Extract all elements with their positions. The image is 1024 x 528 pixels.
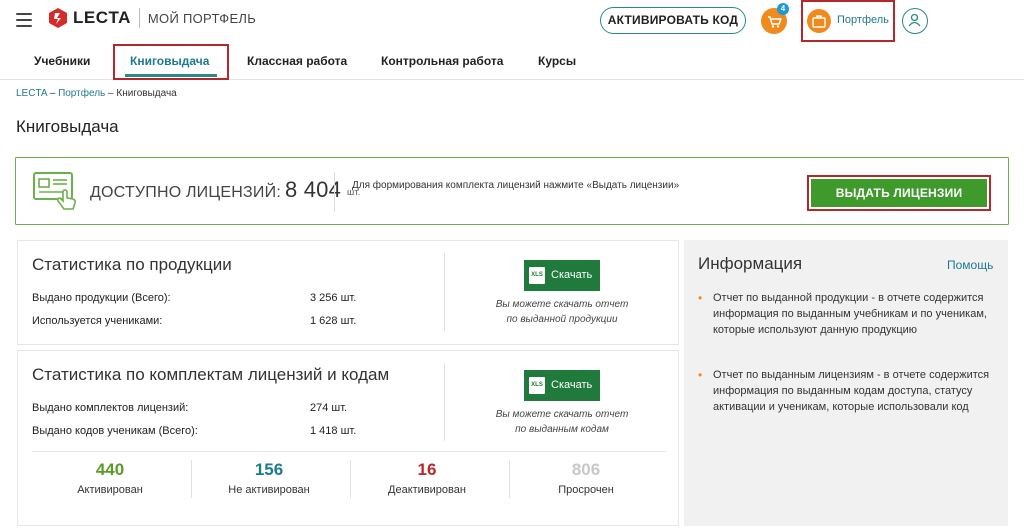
issue-hint-text: Для формирования комплекта лицензий нажм… bbox=[352, 180, 680, 191]
portfolio-label: Портфель bbox=[837, 14, 889, 26]
issue-button-highlight: ВЫДАТЬ ЛИЦЕНЗИИ bbox=[807, 175, 991, 211]
banner-divider bbox=[334, 172, 335, 212]
lecta-logo-icon bbox=[49, 8, 67, 28]
license-tablet-icon bbox=[33, 172, 77, 210]
logo[interactable]: LECTA МОЙ ПОРТФЕЛЬ bbox=[48, 7, 256, 29]
license-banner: ДОСТУПНО ЛИЦЕНЗИЙ: 8 404 шт. Для формирова… bbox=[15, 157, 1009, 225]
count-label: Не активирован bbox=[228, 484, 310, 496]
tab-test-work[interactable]: Контрольная работа bbox=[381, 54, 503, 68]
tab-book-issue[interactable]: Книговыдача bbox=[130, 54, 209, 68]
menu-icon[interactable] bbox=[16, 13, 32, 27]
info-item: • Отчет по выданным лицензиям - в отчете… bbox=[698, 367, 998, 415]
count-activated: 440 Активирован bbox=[35, 460, 185, 496]
count-label: Деактивирован bbox=[388, 484, 466, 496]
excel-icon: XLS bbox=[529, 267, 545, 284]
licenses-available: ДОСТУПНО ЛИЦЕНЗИЙ: 8 404 шт. bbox=[90, 177, 360, 203]
download-label: Скачать bbox=[551, 379, 593, 391]
count-label: Просрочен bbox=[558, 484, 614, 496]
count-number: 16 bbox=[417, 460, 437, 479]
panel-divider bbox=[444, 363, 445, 441]
activate-code-button[interactable]: АКТИВИРОВАТЬ КОД bbox=[600, 7, 746, 34]
info-item-text: Отчет по выданным лицензиям - в отчете с… bbox=[713, 369, 990, 413]
bullet-icon: • bbox=[698, 291, 703, 305]
count-number: 806 bbox=[571, 460, 601, 479]
info-title: Информация bbox=[698, 254, 803, 273]
stat-label: Выдано комплектов лицензий: bbox=[32, 402, 189, 414]
licenses-label: ДОСТУПНО ЛИЦЕНЗИЙ: bbox=[90, 184, 281, 201]
breadcrumb-current: Книговыдача bbox=[116, 88, 177, 99]
main-tabs: Учебники Книговыдача Классная работа Кон… bbox=[0, 44, 1024, 80]
download-hint-line: по выданным кодам bbox=[515, 424, 609, 435]
breadcrumb-sep: – bbox=[105, 88, 117, 99]
stat-value: 1 628 шт. bbox=[310, 315, 357, 327]
product-stats-panel: Статистика по продукции Выдано продукции… bbox=[17, 240, 679, 345]
download-hint-line: Вы можете скачать отчет bbox=[495, 299, 629, 310]
stat-label: Выдано кодов ученикам (Всего): bbox=[32, 425, 198, 437]
download-label: Скачать bbox=[551, 269, 593, 281]
tab-textbooks[interactable]: Учебники bbox=[34, 54, 90, 68]
top-header: LECTA МОЙ ПОРТФЕЛЬ АКТИВИРОВАТЬ КОД 4 По… bbox=[0, 0, 1024, 42]
download-hint: Вы можете скачать отчет по выданным кода… bbox=[472, 407, 652, 437]
stat-value: 274 шт. bbox=[310, 402, 348, 414]
download-hint: Вы можете скачать отчет по выданной прод… bbox=[472, 297, 652, 327]
cart-button[interactable]: 4 bbox=[761, 3, 789, 34]
tab-courses[interactable]: Курсы bbox=[538, 54, 576, 68]
tab-classwork[interactable]: Классная работа bbox=[247, 54, 347, 68]
excel-icon: XLS bbox=[529, 377, 545, 394]
count-number: 156 bbox=[254, 460, 284, 479]
breadcrumb-sep: – bbox=[46, 88, 59, 99]
logo-divider bbox=[138, 8, 140, 28]
help-link[interactable]: Помощь bbox=[947, 258, 993, 272]
breadcrumb-home-link[interactable]: LECTA bbox=[16, 88, 47, 99]
info-item-text: Отчет по выданной продукции - в отчете с… bbox=[713, 292, 987, 336]
product-stats-title: Статистика по продукции bbox=[32, 255, 232, 274]
panel-divider bbox=[444, 253, 445, 331]
breadcrumb-portfolio-link[interactable]: Портфель bbox=[58, 88, 105, 99]
download-codes-report-button[interactable]: XLS Скачать bbox=[524, 370, 600, 401]
count-expired: 806 Просрочен bbox=[511, 460, 661, 496]
bullet-icon: • bbox=[698, 368, 703, 382]
count-divider bbox=[509, 460, 510, 498]
stat-label: Выдано продукции (Всего): bbox=[32, 292, 171, 304]
count-divider bbox=[350, 460, 351, 498]
count-divider bbox=[191, 460, 192, 498]
download-product-report-button[interactable]: XLS Скачать bbox=[524, 260, 600, 291]
info-item: • Отчет по выданной продукции - в отчете… bbox=[698, 290, 998, 338]
logo-text: LECTA bbox=[73, 8, 131, 27]
licenses-count: 8 404 bbox=[284, 177, 342, 202]
count-label: Активирован bbox=[77, 484, 143, 496]
cart-count-badge: 4 bbox=[777, 3, 789, 15]
count-number: 440 bbox=[95, 460, 125, 479]
active-tab-indicator bbox=[125, 74, 217, 77]
activation-counts: 440 Активирован 156 Не активирован 16 Де… bbox=[17, 448, 679, 506]
issue-licenses-button[interactable]: ВЫДАТЬ ЛИЦЕНЗИИ bbox=[811, 179, 987, 207]
stat-value: 3 256 шт. bbox=[310, 292, 357, 304]
portfolio-button[interactable]: Портфель bbox=[801, 0, 895, 42]
info-panel: Информация Помощь • Отчет по выданной пр… bbox=[684, 240, 1008, 526]
logo-subtitle: МОЙ ПОРТФЕЛЬ bbox=[147, 10, 257, 26]
user-profile-icon[interactable] bbox=[902, 8, 928, 34]
download-hint-line: Вы можете скачать отчет bbox=[495, 409, 629, 420]
stat-label: Используется учениками: bbox=[32, 315, 163, 327]
breadcrumb: LECTA – Портфель – Книговыдача bbox=[16, 88, 177, 99]
count-deactivated: 16 Деактивирован bbox=[352, 460, 502, 496]
stat-value: 1 418 шт. bbox=[310, 425, 357, 437]
download-hint-line: по выданной продукции bbox=[506, 314, 618, 325]
count-not-activated: 156 Не активирован bbox=[194, 460, 344, 496]
page-title: Книговыдача bbox=[16, 117, 119, 136]
kit-stats-title: Статистика по комплектам лицензий и кода… bbox=[32, 365, 390, 384]
briefcase-icon bbox=[807, 9, 831, 33]
